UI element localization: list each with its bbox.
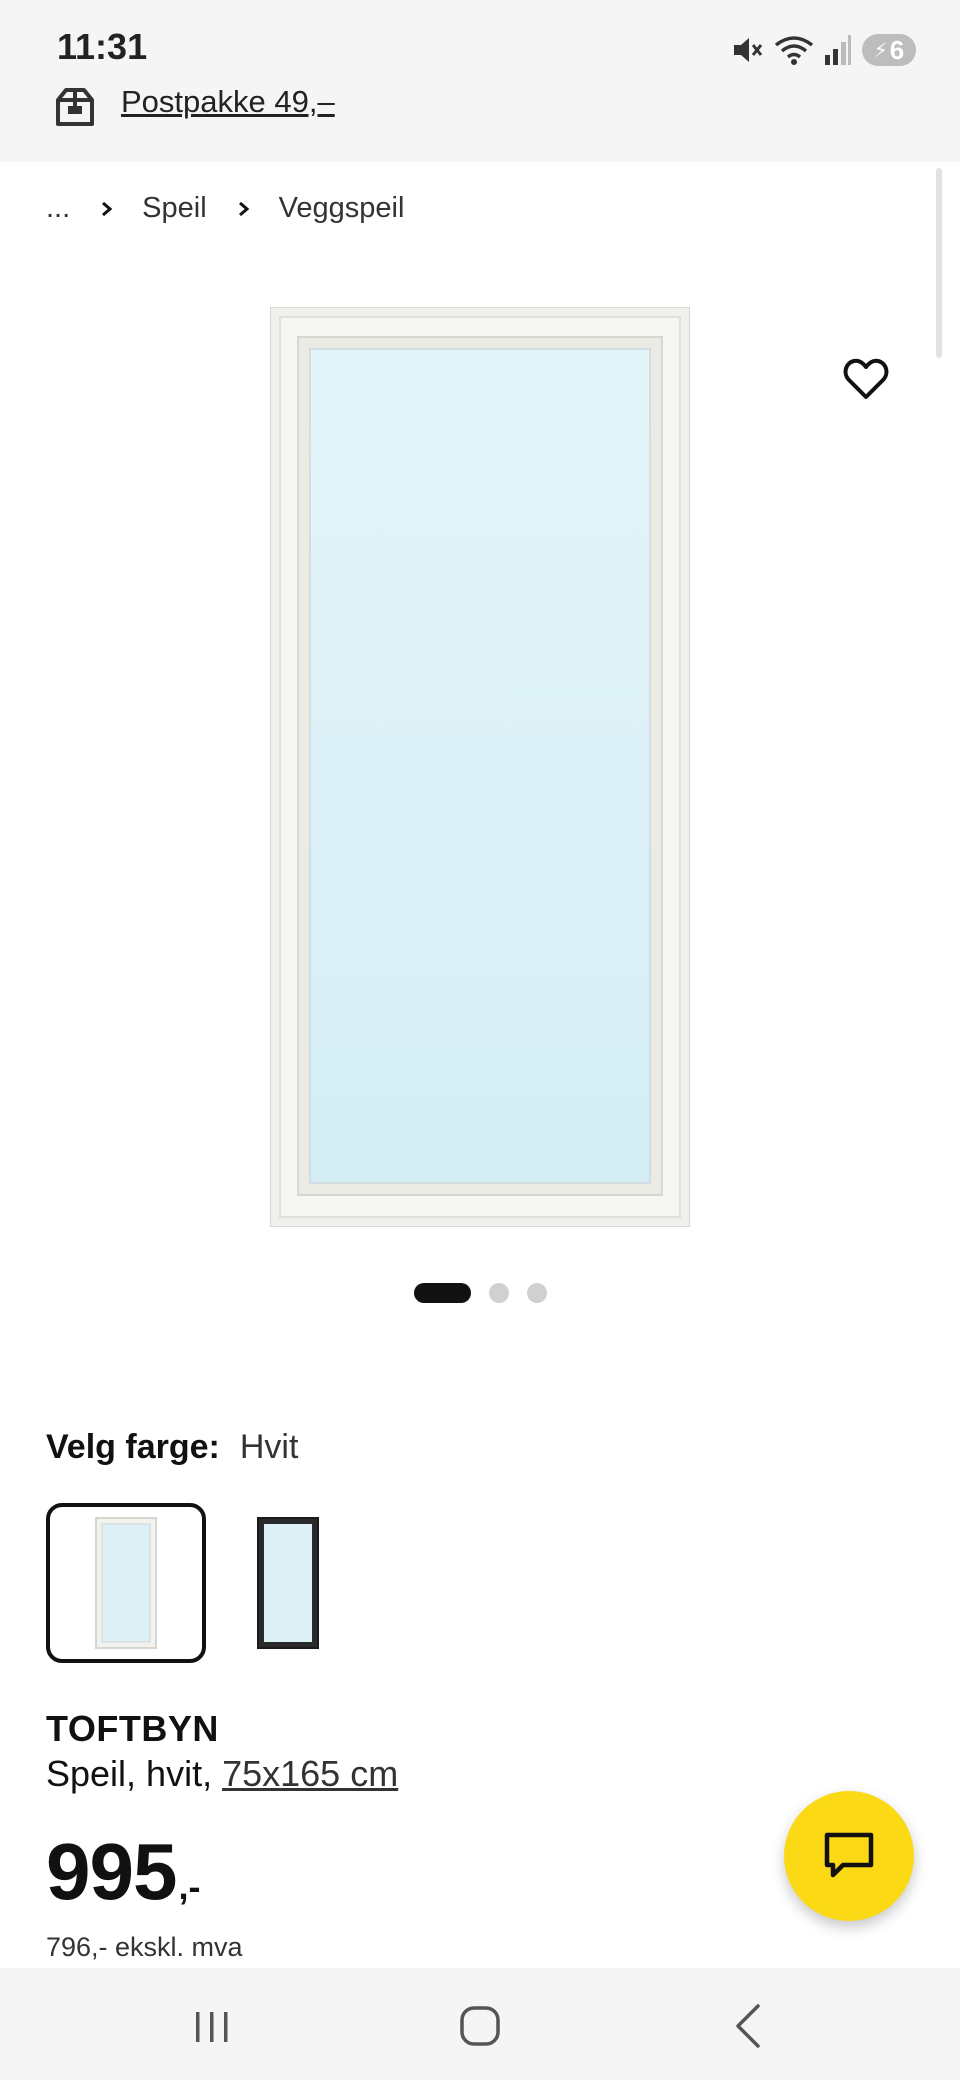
chevron-right-icon bbox=[238, 201, 249, 216]
home-icon[interactable] bbox=[450, 1998, 510, 2054]
status-icons: ⚡ 6 bbox=[730, 30, 916, 70]
recent-apps-icon[interactable] bbox=[182, 1998, 242, 2054]
battery-level: 6 bbox=[889, 34, 905, 65]
product-name: TOFTBYN bbox=[46, 1708, 219, 1749]
carousel-dot[interactable] bbox=[527, 1283, 547, 1303]
delivery-link[interactable]: Postpakke 49,– bbox=[121, 84, 335, 120]
color-label: Velg farge: bbox=[46, 1428, 220, 1466]
status-bar: 11:31 ⚡ 6 bbox=[0, 0, 960, 82]
signal-icon bbox=[825, 35, 851, 65]
price-suffix: ,- bbox=[178, 1866, 201, 1907]
color-selector: Velg farge: Hvit bbox=[46, 1428, 298, 1467]
swatch-mirror-white bbox=[95, 1517, 157, 1649]
status-time: 11:31 bbox=[57, 26, 148, 67]
scrollbar[interactable] bbox=[936, 168, 942, 358]
carousel-dot[interactable] bbox=[489, 1283, 509, 1303]
product-description-text: Speil, hvit, bbox=[46, 1753, 213, 1794]
carousel-dot-active[interactable] bbox=[414, 1283, 471, 1303]
image-carousel-indicator bbox=[414, 1283, 547, 1303]
product-size-link[interactable]: 75x165 cm bbox=[222, 1753, 398, 1795]
chevron-right-icon bbox=[102, 201, 113, 216]
color-swatch-white[interactable] bbox=[46, 1503, 206, 1663]
system-nav-bar bbox=[0, 1968, 960, 2080]
swatch-mirror-black bbox=[257, 1517, 319, 1649]
price: 995 ,- bbox=[46, 1832, 200, 1912]
breadcrumb: ... Speil Veggspeil bbox=[46, 192, 404, 225]
battery-charging-icon: ⚡ 6 bbox=[862, 34, 916, 66]
chat-bubble-icon bbox=[824, 1832, 874, 1878]
breadcrumb-veggspeil[interactable]: Veggspeil bbox=[279, 192, 405, 225]
product-image[interactable] bbox=[270, 307, 690, 1227]
color-value: Hvit bbox=[239, 1428, 299, 1466]
product-description: Speil, hvit, 75x165 cm bbox=[46, 1753, 398, 1795]
mute-icon bbox=[734, 38, 763, 62]
wifi-icon bbox=[774, 36, 814, 65]
breadcrumb-speil[interactable]: Speil bbox=[142, 192, 207, 225]
favorite-heart-icon[interactable] bbox=[843, 356, 889, 402]
breadcrumb-ellipsis[interactable]: ... bbox=[46, 192, 70, 225]
color-swatch-black[interactable] bbox=[208, 1503, 368, 1663]
delivery-bar: Postpakke 49,– bbox=[0, 82, 960, 162]
back-icon[interactable] bbox=[720, 1998, 780, 2054]
chat-button[interactable] bbox=[784, 1791, 914, 1921]
price-value: 995 bbox=[46, 1827, 177, 1916]
price-ex-vat: 796,- ekskl. mva bbox=[46, 1932, 243, 1962]
package-icon bbox=[56, 88, 94, 126]
